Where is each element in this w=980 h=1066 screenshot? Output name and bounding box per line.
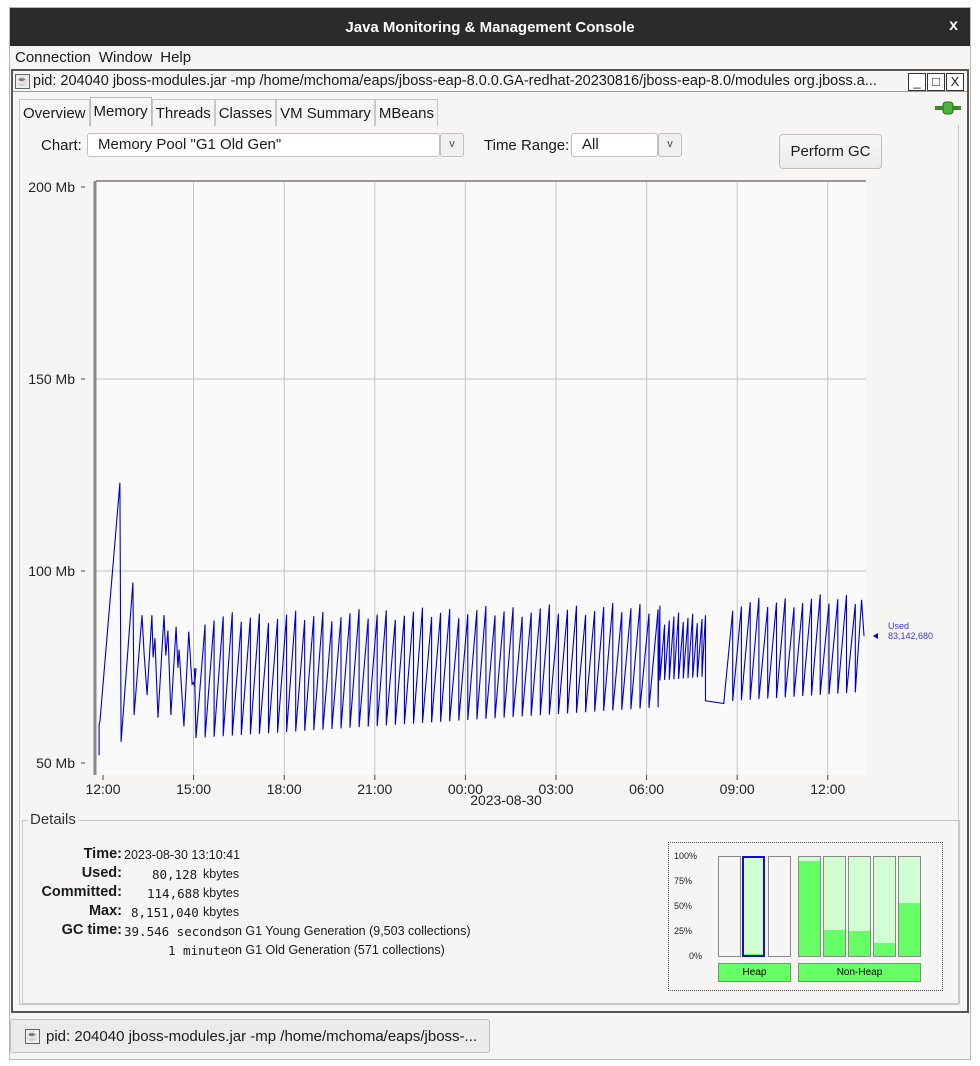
committed-label: Committed: [41, 884, 122, 900]
max-value: 8,151,040 [131, 905, 199, 920]
non-heap-pool-bar[interactable] [848, 856, 871, 957]
series-current-value: 83,142,680 [888, 631, 933, 641]
minimize-button[interactable]: _ [908, 73, 926, 91]
committed-fill [744, 858, 763, 955]
used-fill [849, 931, 870, 956]
x-tick-label: 18:00 [267, 781, 302, 797]
taskbar-window-button[interactable]: ☕ pid: 204040 jboss-modules.jar -mp /hom… [10, 1019, 490, 1053]
gc-old-text: on G1 Old Generation (571 collections) [228, 943, 445, 957]
java-icon: ☕ [15, 73, 30, 89]
time-label: Time: [83, 846, 122, 862]
pool-tick-75: 75% [674, 876, 693, 886]
non-heap-pool-bar[interactable] [823, 856, 846, 957]
x-tick-label: 12:00 [85, 781, 120, 797]
x-axis-date-label: 2023-08-30 [470, 792, 542, 808]
menu-connection[interactable]: Connection [15, 49, 91, 66]
gc-time-label: GC time: [61, 922, 122, 938]
close-frame-button[interactable]: X [946, 73, 964, 91]
heap-pool-bar[interactable] [768, 856, 791, 957]
pool-tick-25: 25% [674, 926, 693, 936]
non-heap-label[interactable]: Non-Heap [798, 963, 921, 982]
current-value-marker-icon [873, 633, 878, 639]
used-unit: kbytes [203, 867, 240, 881]
time-range-dropdown-button[interactable]: v [658, 133, 682, 157]
non-heap-pool-bar[interactable] [873, 856, 896, 957]
committed-unit: kbytes [203, 886, 240, 900]
tab-overview[interactable]: Overview [19, 99, 90, 126]
committed-fill [874, 857, 895, 956]
tab-threads[interactable]: Threads [151, 99, 215, 126]
connected-plug-icon [935, 101, 961, 115]
used-fill [799, 860, 820, 956]
menu-window[interactable]: Window [99, 49, 152, 66]
title-bar: Java Monitoring & Management Console x [10, 8, 970, 46]
chart-dropdown-button[interactable]: v [440, 133, 464, 157]
x-tick-label: 03:00 [538, 781, 573, 797]
heap-pool-bar[interactable] [718, 856, 741, 957]
tab-classes[interactable]: Classes [214, 99, 277, 126]
pool-tick-100: 100% [674, 851, 698, 861]
non-heap-pool-bar[interactable] [798, 856, 821, 957]
used-fill [744, 954, 763, 955]
pool-tick-50: 50% [674, 901, 693, 911]
x-tick-label: 09:00 [720, 781, 755, 797]
used-fill [899, 902, 920, 956]
memory-usage-chart: 50 Mb 100 Mb 150 Mb 200 Mb 12:00 15:00 18:00 2… [28, 179, 933, 808]
taskbar-window-label: pid: 204040 jboss-modules.jar -mp /home/… [46, 1027, 478, 1045]
chart-select[interactable]: Memory Pool "G1 Old Gen" [87, 133, 440, 157]
y-tick-label: 100 Mb [28, 563, 75, 579]
max-unit: kbytes [203, 905, 240, 919]
x-tick-label: 21:00 [357, 781, 392, 797]
y-tick-label: 50 Mb [36, 755, 75, 771]
x-tick-label: 06:00 [629, 781, 664, 797]
heap-label[interactable]: Heap [718, 963, 791, 982]
internal-frame-title: pid: 204040 jboss-modules.jar -mp /home/… [33, 73, 877, 89]
tab-bar: Overview Memory Threads Classes VM Summa… [19, 97, 438, 126]
menu-bar: Connection Window Help [10, 46, 970, 69]
y-tick-label: 200 Mb [28, 179, 75, 195]
internal-frame-title-bar[interactable]: ☕ pid: 204040 jboss-modules.jar -mp /hom… [13, 71, 967, 92]
gc-old-value: 1 minute [168, 943, 229, 958]
close-window-button[interactable]: x [949, 17, 958, 35]
time-range-label: Time Range: [484, 137, 570, 154]
tab-mbeans[interactable]: MBeans [374, 99, 438, 126]
details-title: Details [28, 811, 78, 828]
used-fill [874, 943, 895, 956]
used-label: Used: [81, 865, 122, 881]
non-heap-pool-bar[interactable] [898, 856, 921, 957]
max-label: Max: [88, 903, 122, 919]
committed-value: 114,688 [147, 886, 200, 901]
tab-vm-summary[interactable]: VM Summary [276, 99, 375, 126]
gc-young-value: 39.546 seconds [124, 924, 230, 939]
menu-help[interactable]: Help [160, 49, 191, 66]
y-tick-label: 150 Mb [28, 371, 75, 387]
used-fill [824, 930, 845, 956]
x-tick-label: 15:00 [176, 781, 211, 797]
window-title: Java Monitoring & Management Console [345, 18, 635, 36]
time-value: 2023-08-30 13:10:41 [124, 848, 241, 862]
maximize-button[interactable]: □ [927, 73, 945, 91]
time-range-select[interactable]: All [571, 133, 658, 157]
chart-label: Chart: [41, 137, 82, 154]
x-tick-label: 12:00 [810, 781, 845, 797]
gc-young-text: on G1 Young Generation (9,503 collection… [228, 924, 471, 938]
used-value: 80,128 [152, 867, 198, 882]
tab-memory[interactable]: Memory [89, 97, 152, 126]
heap-pool-bar[interactable] [742, 856, 765, 957]
java-icon: ☕ [25, 1028, 40, 1044]
perform-gc-button[interactable]: Perform GC [779, 134, 882, 169]
series-name-label: Used [888, 621, 909, 631]
